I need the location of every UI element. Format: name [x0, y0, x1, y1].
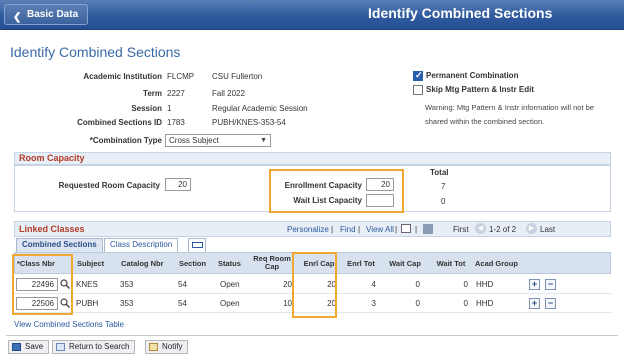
wait-cap-cell: 0	[415, 299, 420, 308]
catalog-cell: 353	[120, 299, 134, 308]
add-row-button[interactable]: +	[529, 298, 540, 309]
add-row-button[interactable]: +	[529, 279, 540, 290]
delete-row-button[interactable]: −	[545, 298, 556, 309]
institution-code: FLCMP	[167, 72, 195, 81]
enrl-cap-highlight	[292, 252, 337, 318]
combination-type-select[interactable]: Cross Subject ▼	[165, 134, 271, 147]
header-title: Identify Combined Sections	[368, 5, 553, 21]
term-name: Fall 2022	[212, 89, 245, 98]
acad-group-cell: HHD	[476, 299, 494, 308]
download-grid-icon[interactable]	[423, 224, 433, 234]
personalize-link[interactable]: Personalize	[287, 225, 329, 234]
wait-cap-cell: 0	[415, 280, 420, 289]
save-icon	[12, 343, 21, 351]
notify-button[interactable]: Notify	[145, 340, 189, 354]
acad-group-cell: HHD	[476, 280, 494, 289]
term-label: Term	[143, 89, 162, 98]
section-cell: 54	[178, 299, 187, 308]
find-link[interactable]: Find	[340, 225, 356, 234]
permanent-combination-checkbox[interactable]	[413, 70, 423, 81]
requested-capacity-label: Requested Room Capacity	[58, 181, 160, 190]
first-label[interactable]: First	[453, 225, 469, 234]
wait-tot-cell: 0	[463, 280, 468, 289]
catalog-cell: 353	[120, 280, 134, 289]
total-label: Total	[430, 168, 449, 177]
skip-mtg-pattern-label: Skip Mtg Pattern & Instr Edit	[426, 85, 535, 94]
combined-desc: PUBH/KNES-353-54	[212, 118, 286, 127]
next-icon[interactable]: ▶	[526, 223, 537, 234]
term-code: 2227	[167, 89, 185, 98]
institution-label: Academic Institution	[83, 72, 162, 81]
req-cap-cell: 20	[283, 280, 292, 289]
linked-classes-title: Linked Classes	[19, 224, 85, 234]
col-catalog-nbr: Catalog Nbr	[121, 259, 164, 268]
notify-label: Notify	[162, 342, 183, 351]
return-to-search-button[interactable]: Return to Search	[52, 340, 136, 354]
tab-class-description[interactable]: Class Description	[104, 238, 179, 252]
session-name: Regular Academic Session	[212, 104, 308, 113]
col-wait-cap: Wait Cap	[389, 259, 421, 268]
permanent-combination-label: Permanent Combination	[426, 71, 519, 80]
combined-id: 1783	[167, 118, 185, 127]
institution-name: CSU Fullerton	[212, 72, 263, 81]
tab-combined-sections[interactable]: Combined Sections	[16, 238, 103, 252]
zoom-icon[interactable]	[401, 224, 411, 233]
col-enrl-tot: Enrl Tot	[347, 259, 375, 268]
section-cell: 54	[178, 280, 187, 289]
save-label: Save	[25, 342, 44, 351]
chevron-down-icon: ▼	[260, 137, 267, 144]
return-label: Return to Search	[69, 342, 130, 351]
waitlist-total: 0	[441, 197, 446, 206]
back-arrow-icon: ❮	[13, 12, 22, 23]
combination-type-value: Cross Subject	[169, 136, 219, 145]
header-bar: ❮ Basic Data Identify Combined Sections	[0, 0, 624, 30]
combined-id-label: Combined Sections ID	[77, 118, 162, 127]
room-capacity-header: Room Capacity	[14, 152, 611, 165]
requested-capacity-input[interactable]: 20	[165, 178, 191, 191]
page-title: Identify Combined Sections	[10, 44, 181, 60]
status-cell: Open	[220, 299, 240, 308]
delete-row-button[interactable]: −	[545, 279, 556, 290]
back-button-label: Basic Data	[27, 9, 79, 20]
warning-text: Warning: Mtg Pattern & Instr information…	[425, 103, 594, 126]
subject-cell: PUBH	[76, 299, 99, 308]
combination-type-label: *Combination Type	[89, 136, 162, 145]
session-code: 1	[167, 104, 172, 113]
req-cap-cell: 10	[283, 299, 292, 308]
last-label[interactable]: Last	[540, 225, 555, 234]
return-icon	[56, 343, 65, 351]
col-wait-tot: Wait Tot	[436, 259, 466, 268]
show-all-columns-icon[interactable]	[188, 238, 206, 252]
enrl-tot-cell: 3	[371, 299, 376, 308]
footer-divider	[6, 335, 618, 336]
enrollment-total: 7	[441, 182, 446, 191]
wait-tot-cell: 0	[463, 299, 468, 308]
view-all-link[interactable]: View All	[366, 225, 394, 234]
prev-icon[interactable]: ◀	[475, 223, 486, 234]
subject-cell: KNES	[76, 280, 98, 289]
col-status: Status	[218, 259, 241, 268]
status-cell: Open	[220, 280, 240, 289]
class-nbr-highlight	[12, 254, 73, 315]
skip-mtg-pattern-checkbox[interactable]	[413, 85, 423, 95]
session-label: Session	[131, 104, 162, 113]
notify-icon	[149, 343, 158, 351]
basic-data-back-button[interactable]: ❮ Basic Data	[4, 4, 88, 25]
view-combined-sections-table-link[interactable]: View Combined Sections Table	[14, 320, 124, 329]
col-section: Section	[179, 259, 207, 268]
page-range: 1-2 of 2	[489, 225, 517, 234]
capacity-highlight	[269, 169, 404, 213]
col-acad-group: Acad Group	[475, 259, 518, 268]
save-button[interactable]: Save	[8, 340, 50, 354]
col-subject: Subject	[77, 259, 105, 268]
linked-classes-header: Linked Classes Personalize | Find | View…	[14, 221, 611, 237]
enrl-tot-cell: 4	[371, 280, 376, 289]
col-req-room-cap: Req Room Cap	[253, 254, 291, 271]
